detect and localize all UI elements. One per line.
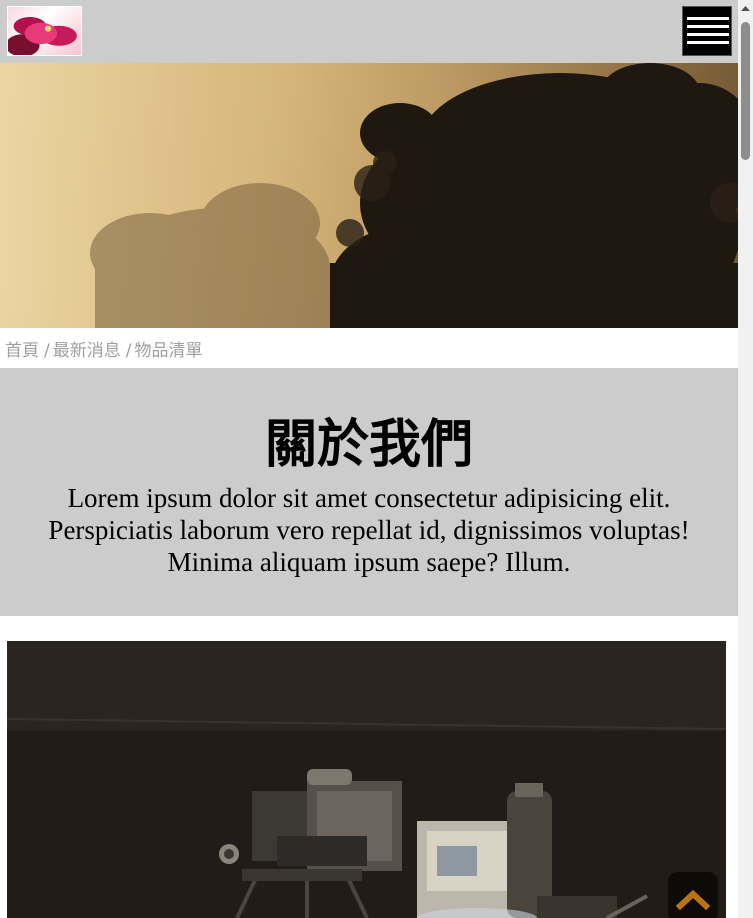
about-text: Lorem ipsum dolor sit amet consectetur a… [48, 483, 690, 577]
site-logo[interactable] [7, 6, 82, 56]
back-to-top-button[interactable] [668, 872, 718, 918]
site-header [0, 0, 738, 63]
page: 首頁 / 最新消息 / 物品清單 關於我們 Lorem ipsum dolor sit … [0, 0, 738, 918]
vertical-scrollbar[interactable] [738, 0, 753, 918]
scroll-up-arrow-icon[interactable] [738, 0, 753, 17]
breadcrumb-item-list[interactable]: 物品清單 [134, 341, 202, 361]
chevron-up-icon [675, 889, 711, 911]
breadcrumb-separator: / [125, 341, 132, 361]
camera-image [7, 641, 726, 918]
about-title: 關於我們 [264, 415, 473, 475]
scrollbar-thumb[interactable] [741, 22, 750, 160]
hero-banner [0, 63, 738, 328]
breadcrumb: 首頁 / 最新消息 / 物品清單 [5, 336, 202, 362]
breadcrumb-news[interactable]: 最新消息 [53, 341, 121, 361]
hero-image [0, 63, 738, 328]
about-section: 關於我們 Lorem ipsum dolor sit amet consecte… [0, 368, 738, 616]
breadcrumb-separator: / [44, 341, 50, 361]
menu-button[interactable] [682, 6, 732, 56]
breadcrumb-home[interactable]: 首頁 [5, 341, 39, 361]
camera-photo [7, 641, 726, 918]
